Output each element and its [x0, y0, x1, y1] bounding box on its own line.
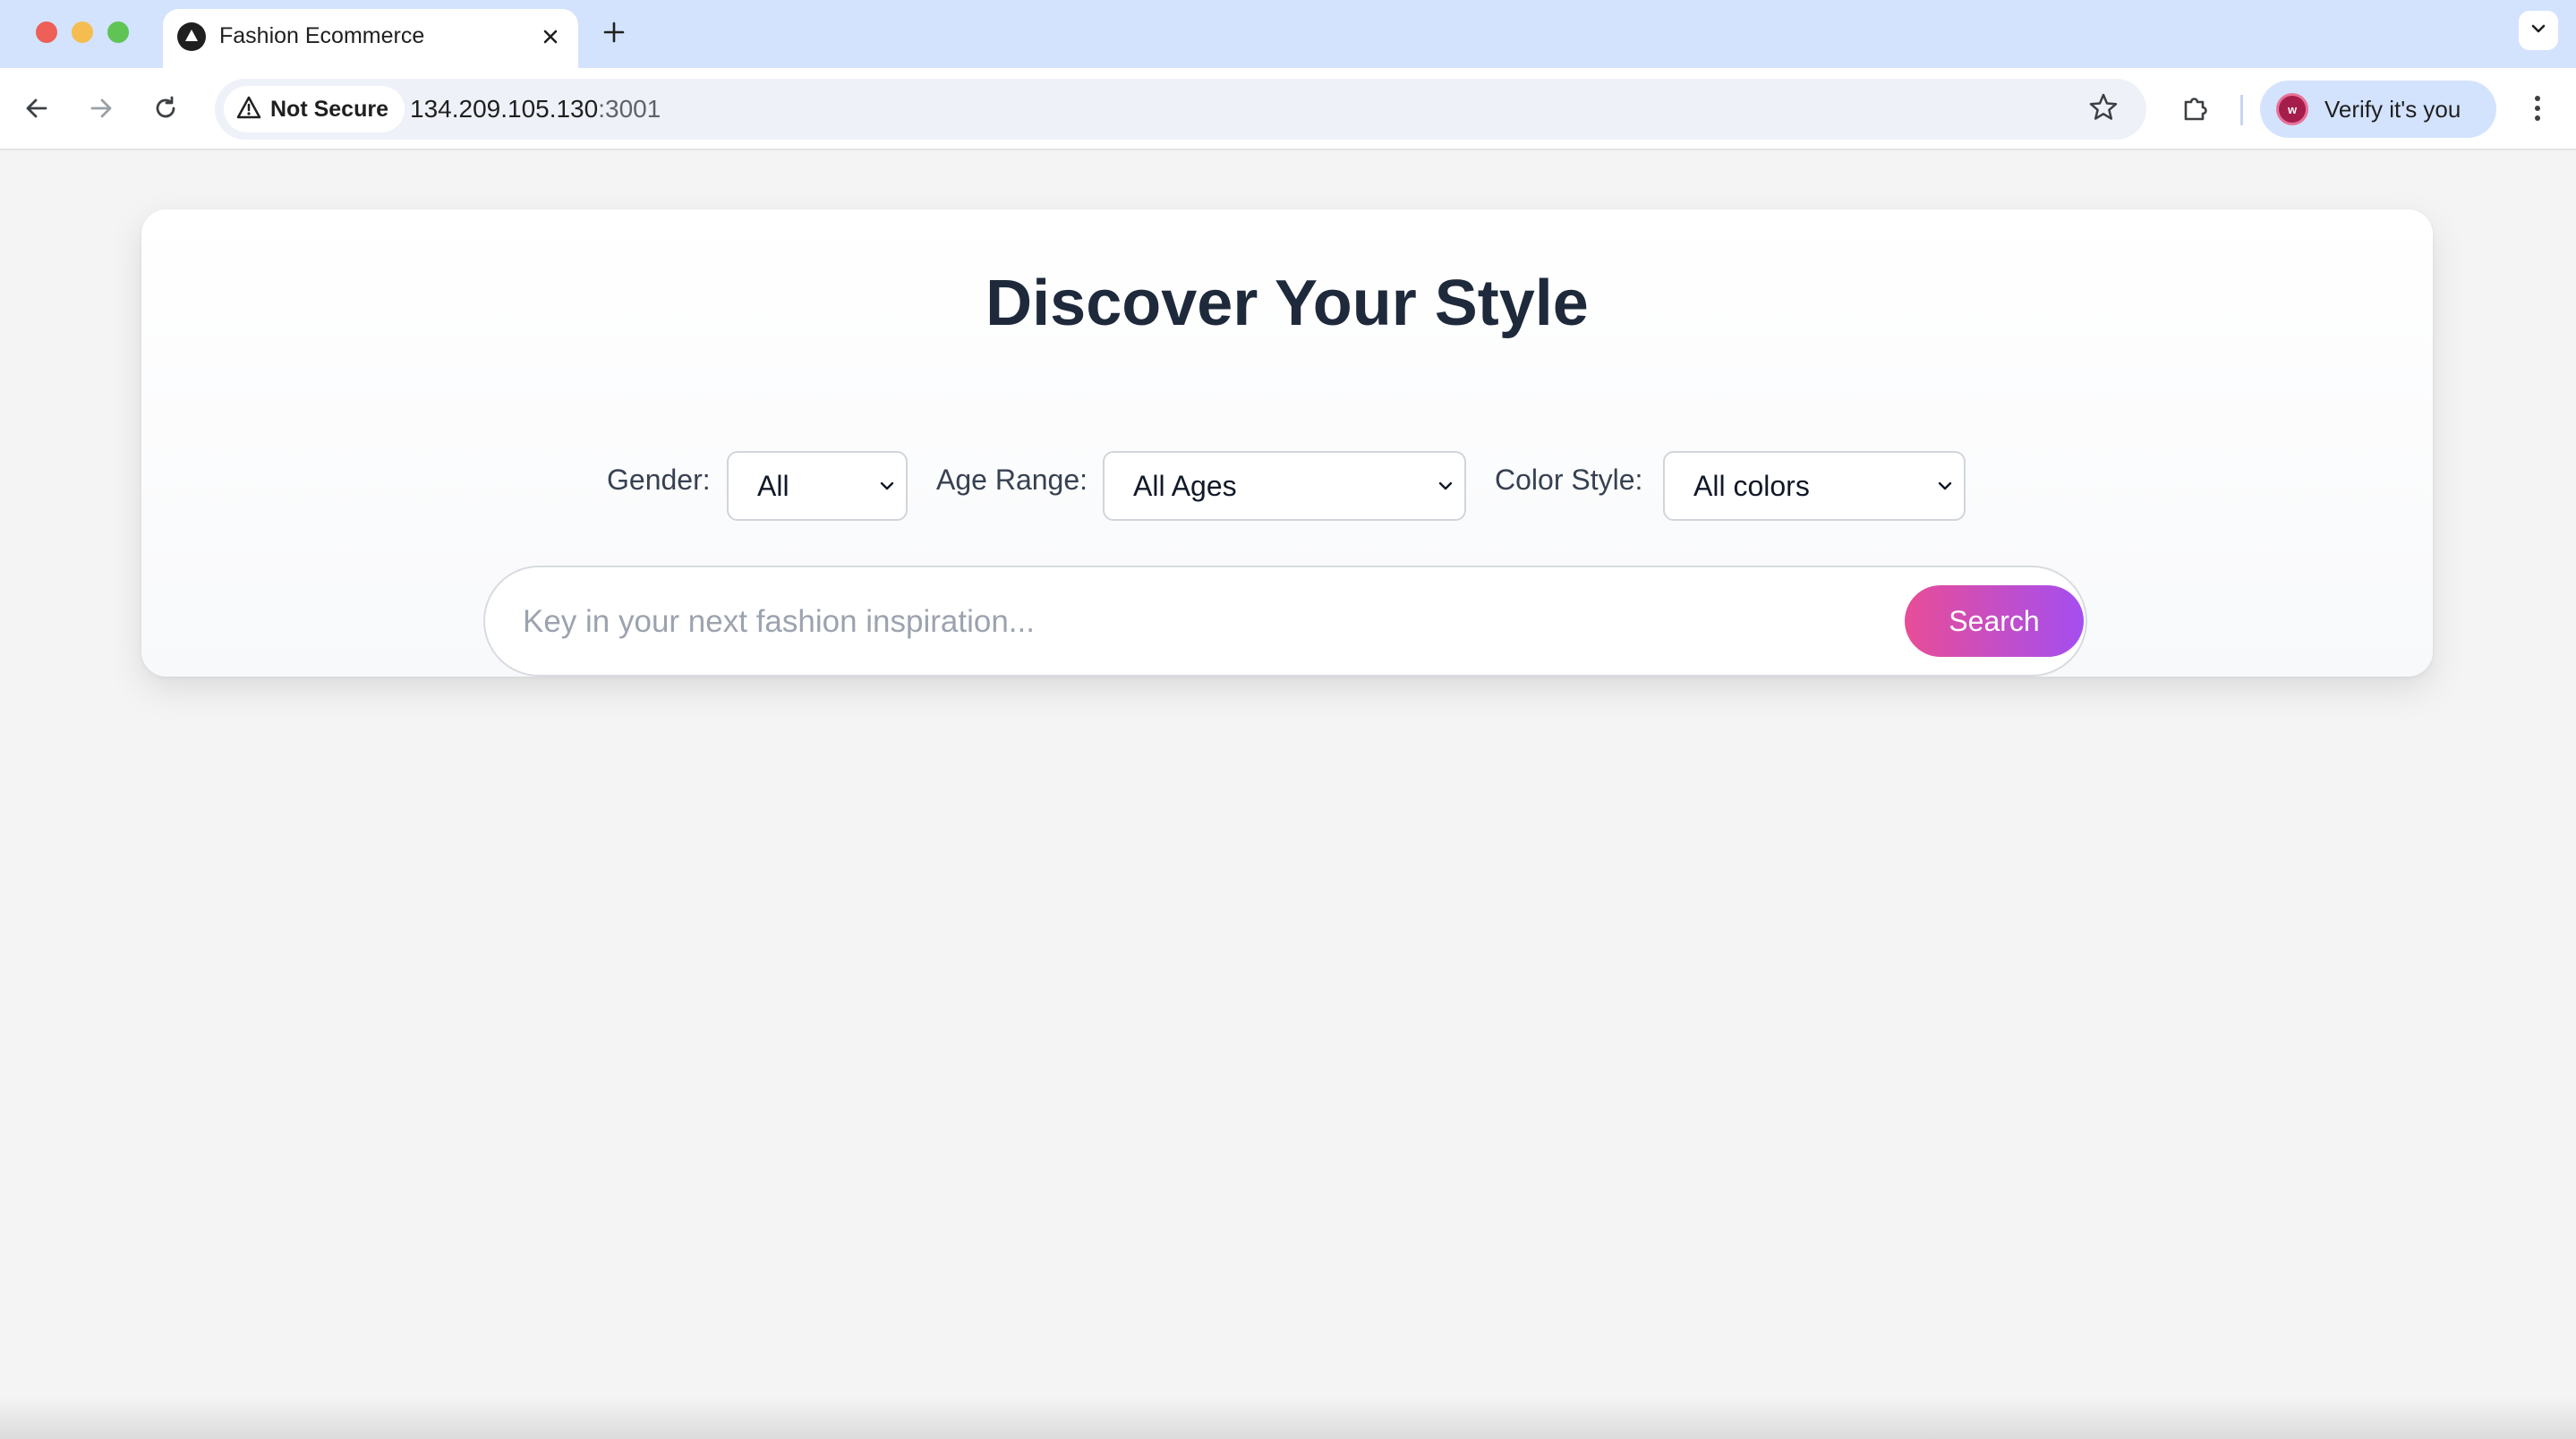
- age-range-select[interactable]: All Ages: [1103, 451, 1466, 521]
- avatar: w: [2276, 93, 2308, 125]
- chevron-down-icon: [2529, 19, 2548, 43]
- toolbar-divider: [2240, 95, 2243, 125]
- close-icon[interactable]: [535, 21, 566, 52]
- window-close-button[interactable]: [36, 21, 57, 43]
- browser-menu-button[interactable]: [2515, 88, 2560, 132]
- back-button[interactable]: [14, 88, 59, 132]
- new-tab-button[interactable]: [594, 14, 634, 54]
- color-style-select[interactable]: All colors: [1663, 451, 1966, 521]
- star-icon: [2088, 92, 2119, 127]
- url-text[interactable]: 134.209.105.130:3001: [410, 79, 661, 140]
- browser-tab-active[interactable]: Fashion Ecommerce: [163, 9, 578, 68]
- triangle-logo-icon: [177, 22, 206, 51]
- gender-label: Gender:: [607, 464, 711, 496]
- forward-arrow-icon: [88, 95, 115, 126]
- gender-select[interactable]: All: [727, 451, 908, 521]
- tab-strip: Fashion Ecommerce: [0, 0, 2576, 68]
- site-info-chip[interactable]: Not Secure: [224, 86, 405, 132]
- warning-icon: [236, 96, 261, 123]
- address-bar[interactable]: Not Secure 134.209.105.130:3001: [215, 79, 2146, 140]
- color-style-select-value: All colors: [1693, 470, 1810, 502]
- kebab-menu-icon: [2533, 94, 2542, 127]
- page-viewport: Discover Your Style Gender: All Age Rang…: [0, 152, 2576, 1439]
- tab-title: Fashion Ecommerce: [219, 23, 425, 48]
- back-arrow-icon: [23, 95, 50, 126]
- search-input[interactable]: [521, 589, 1864, 655]
- bottom-edge-shadow: [0, 1396, 2576, 1439]
- age-range-select-value: All Ages: [1133, 470, 1237, 502]
- chevron-down-icon: [1436, 476, 1455, 500]
- profile-button[interactable]: w Verify it's you: [2260, 81, 2496, 138]
- search-button[interactable]: Search: [1905, 585, 2084, 657]
- window-maximize-button[interactable]: [107, 21, 129, 43]
- tab-search-button[interactable]: [2519, 11, 2558, 50]
- url-host: 134.209.105.130: [410, 95, 599, 123]
- url-port: :3001: [598, 95, 661, 123]
- search-panel: Discover Your Style Gender: All Age Rang…: [141, 209, 2433, 677]
- bookmark-button[interactable]: [2084, 89, 2123, 129]
- plus-icon: [602, 21, 626, 48]
- profile-label: Verify it's you: [2324, 96, 2461, 123]
- chevron-down-icon: [1935, 476, 1955, 500]
- window-minimize-button[interactable]: [72, 21, 93, 43]
- puzzle-icon: [2180, 93, 2211, 128]
- extensions-button[interactable]: [2173, 88, 2218, 132]
- reload-icon: [152, 95, 179, 126]
- age-range-label: Age Range:: [936, 464, 1088, 496]
- browser-toolbar: Not Secure 134.209.105.130:3001 w Verify…: [0, 68, 2576, 150]
- chevron-down-icon: [877, 476, 897, 500]
- color-style-label: Color Style:: [1495, 464, 1643, 496]
- gender-select-value: All: [757, 470, 789, 502]
- forward-button[interactable]: [79, 88, 124, 132]
- reload-button[interactable]: [143, 88, 188, 132]
- page-title: Discover Your Style: [985, 268, 1589, 339]
- search-bar: Search: [483, 566, 2087, 677]
- security-label: Not Secure: [270, 96, 388, 122]
